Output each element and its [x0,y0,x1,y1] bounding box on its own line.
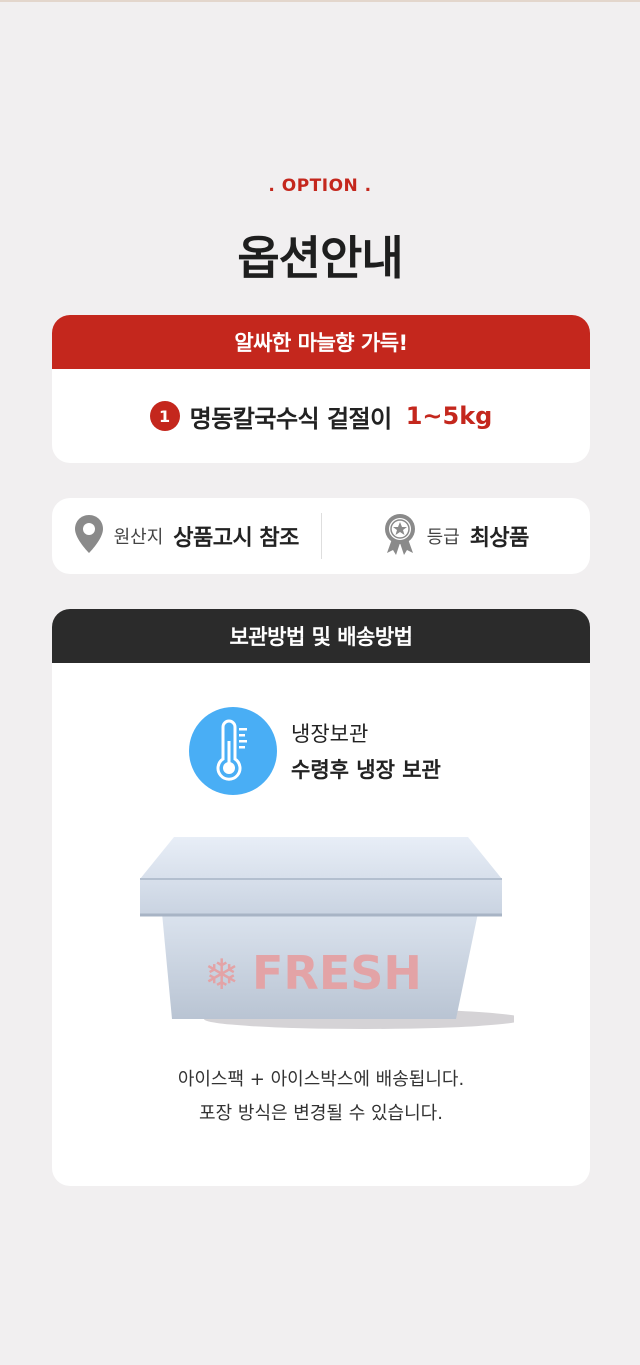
ice-box-image: ❄ FRESH [134,831,524,1035]
option-card: 알싸한 마늘향 가득! 1 명동칼국수식 겉절이 1~5kg [52,315,590,463]
storage-banner: 보관방법 및 배송방법 [52,609,590,663]
grade-label: 등급 [426,527,460,548]
option-banner: 알싸한 마늘향 가득! [52,315,590,369]
product-info-card: 원산지 상품고시 참조 등급 최상품 [52,498,590,574]
option-weight: 1~5kg [405,402,493,430]
storage-method: 냉장보관 수령후 냉장 보관 [189,707,441,795]
option-name: 명동칼국수식 겉절이 [189,404,393,433]
info-row: 원산지 상품고시 참조 등급 최상품 [52,498,590,574]
map-pin-icon [74,514,104,558]
snowflake-icon: ❄ [204,950,239,999]
grade-info: 등급 최상품 [322,513,591,559]
grade-value: 최상품 [469,526,530,551]
origin-value: 상품고시 참조 [173,526,299,551]
storage-card: 보관방법 및 배송방법 냉장보관 수령후 냉장 보관 ❄ FRESH 아이스팩 … [52,609,590,1186]
origin-label: 원산지 [113,527,164,548]
delivery-note-2: 포장 방식은 변경될 수 있습니다. [199,1103,443,1124]
award-badge-icon [383,513,417,559]
storage-line-2: 수령후 냉장 보관 [291,758,441,782]
option-number-badge: 1 [149,401,180,431]
top-divider-strip [0,0,640,2]
section-eyebrow: . OPTION . [268,176,372,196]
thermometer-icon [189,707,277,795]
box-brand-text: FRESH [252,946,422,1000]
option-item: 1 명동칼국수식 겉절이 1~5kg [52,369,590,463]
origin-info: 원산지 상품고시 참조 [52,514,321,558]
storage-line-1: 냉장보관 [291,722,369,746]
delivery-note-1: 아이스팩 + 아이스박스에 배송됩니다. [177,1069,465,1090]
page-title: 옵션안내 [237,231,403,285]
